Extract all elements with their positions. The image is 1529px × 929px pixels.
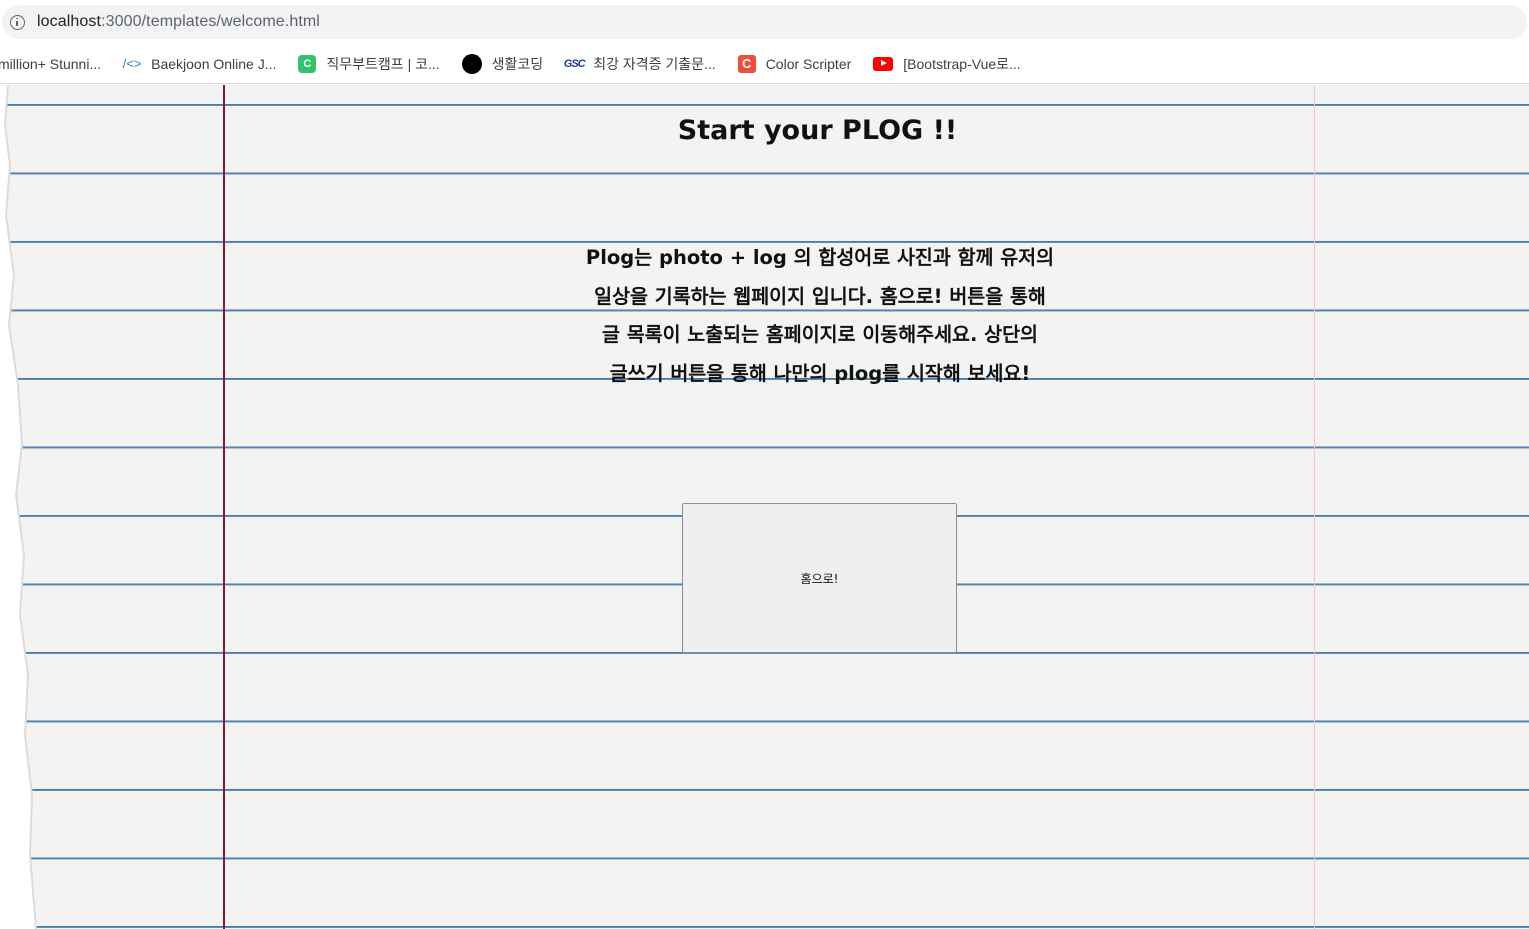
- description-line: 일상을 기록하는 웹페이지 입니다. 홈으로! 버튼을 통해: [594, 284, 1046, 308]
- code-icon: /<>: [122, 56, 142, 71]
- lined-paper-page: Start your PLOG !! Plog는 photo + log 의 합…: [0, 85, 1529, 929]
- faint-margin-line: [1314, 85, 1315, 929]
- bookmark-label: million+ Stunni...: [0, 55, 102, 72]
- url-text[interactable]: localhost:3000/templates/welcome.html: [37, 13, 320, 31]
- green-c-icon: C: [298, 54, 317, 73]
- description: Plog는 photo + log 의 합성어로 사진과 함께 유저의 일상을 …: [470, 239, 1170, 393]
- url-field[interactable]: localhost:3000/templates/welcome.html: [2, 5, 1527, 39]
- bookmark-color-scripter[interactable]: C Color Scripter: [737, 54, 852, 73]
- bookmark-label: 직무부트캠프 | 코...: [326, 55, 440, 72]
- bookmark-bootstrap-vue[interactable]: [Bootstrap-Vue로...: [873, 54, 1021, 74]
- bookmark-million[interactable]: million+ Stunni...: [0, 56, 101, 72]
- info-icon[interactable]: [10, 14, 25, 30]
- black-circle-icon: [461, 53, 482, 74]
- bookmark-label: 생활코딩: [491, 55, 544, 72]
- page-title: Start your PLOG !!: [677, 115, 958, 146]
- gsc-icon: GSC: [563, 57, 586, 70]
- description-line: 글 목록이 노출되는 홈페이지로 이동해주세요. 상단의: [601, 323, 1039, 346]
- bookmark-label: [Bootstrap-Vue로...: [903, 55, 1021, 72]
- youtube-icon: [873, 56, 894, 71]
- bookmark-bootcamp[interactable]: C 직무부트캠프 | 코...: [298, 54, 440, 74]
- bookmark-opentutorials[interactable]: 생활코딩: [461, 53, 544, 74]
- bookmark-gsc[interactable]: GSC 최강 자격증 기출문...: [563, 54, 716, 74]
- home-button[interactable]: 홈으로!: [682, 503, 957, 653]
- margin-line: [223, 85, 225, 929]
- bookmark-label: Baekjoon Online J...: [151, 55, 277, 72]
- url-path: :3000/templates/welcome.html: [101, 13, 320, 30]
- bookmarks-bar: million+ Stunni... /<> Baekjoon Online J…: [0, 44, 1529, 84]
- url-host: localhost: [37, 13, 102, 30]
- address-bar: localhost:3000/templates/welcome.html: [0, 0, 1529, 44]
- bookmark-label: Color Scripter: [765, 55, 852, 72]
- torn-paper-edge: [0, 85, 37, 929]
- bookmark-label: 최강 자격증 기출문...: [593, 55, 716, 72]
- bookmark-baekjoon[interactable]: /<> Baekjoon Online J...: [122, 55, 277, 73]
- description-line: Plog는 photo + log 의 합성어로 사진과 함께 유저의: [585, 246, 1055, 269]
- red-c-icon: C: [737, 54, 756, 73]
- description-line: 글쓰기 버튼을 통해 나만의 plog를 시작해 보세요!: [609, 361, 1031, 385]
